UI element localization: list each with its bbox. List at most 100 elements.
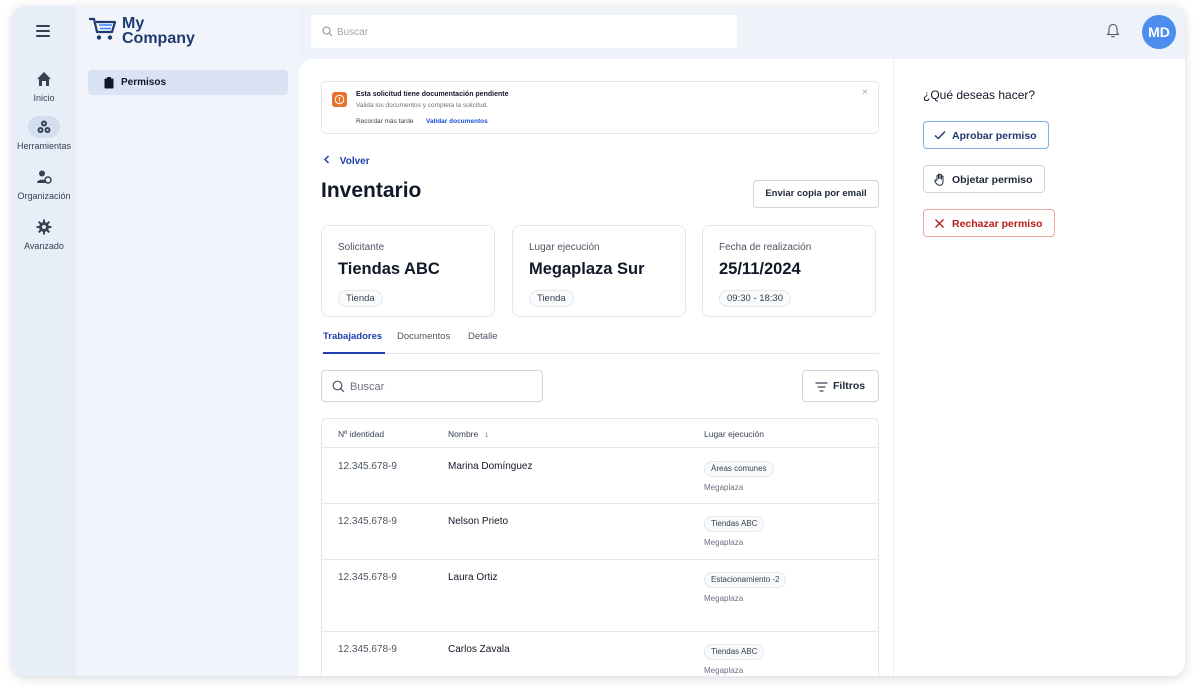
tab-bar: Trabajadores Documentos Detalle bbox=[321, 331, 879, 354]
table-row[interactable]: 12.345.678-9 Carlos Zavala Tiendas ABC M… bbox=[322, 632, 878, 676]
logo-text: My Company bbox=[122, 15, 195, 47]
object-label: Objetar permiso bbox=[952, 174, 1033, 186]
check-icon bbox=[934, 131, 946, 140]
filters-label: Filtros bbox=[833, 380, 866, 392]
clipboard-icon bbox=[104, 77, 114, 89]
tab-documentos[interactable]: Documentos bbox=[397, 331, 450, 354]
logo[interactable]: My Company bbox=[88, 16, 218, 50]
table-row[interactable]: 12.345.678-9 Marina Domínguez Áreas comu… bbox=[322, 449, 878, 504]
cell-name: Nelson Prieto bbox=[448, 516, 509, 527]
bell-icon[interactable] bbox=[1106, 23, 1120, 43]
card-chip: 09:30 - 18:30 bbox=[719, 290, 791, 307]
column-header-label: Nombre bbox=[448, 429, 479, 439]
gear-icon bbox=[28, 216, 60, 238]
cell-place-chip: Tiendas ABC bbox=[704, 644, 765, 660]
users-icon bbox=[28, 166, 60, 188]
workers-table: Nº identidad Nombre ↓ Lugar ejecución 12… bbox=[321, 418, 879, 676]
cart-logo-icon bbox=[89, 17, 117, 40]
tools-icon bbox=[28, 116, 60, 138]
home-icon bbox=[28, 68, 60, 90]
avatar[interactable]: MD bbox=[1142, 15, 1176, 49]
table-row[interactable]: 12.345.678-9 Laura Ortiz Estacionamiento… bbox=[322, 560, 878, 632]
hamburger-menu-icon[interactable] bbox=[36, 25, 52, 39]
object-permit-button[interactable]: Objetar permiso bbox=[923, 165, 1045, 193]
alert-message: Valida los documentos y completa la soli… bbox=[356, 102, 489, 109]
table-row[interactable]: 12.345.678-9 Nelson Prieto Tiendas ABC M… bbox=[322, 504, 878, 560]
global-search-input[interactable] bbox=[337, 24, 717, 40]
column-header-nombre[interactable]: Nombre ↓ bbox=[448, 429, 489, 439]
tab-detalle[interactable]: Detalle bbox=[468, 331, 498, 354]
cell-place-chip: Estacionamiento -2 bbox=[704, 572, 787, 588]
approve-label: Aprobar permiso bbox=[952, 130, 1037, 142]
cell-id: 12.345.678-9 bbox=[338, 644, 397, 655]
sidebar-item-label: Permisos bbox=[121, 77, 167, 88]
panel-divider bbox=[893, 59, 894, 676]
cell-name: Laura Ortiz bbox=[448, 572, 498, 583]
card-label: Lugar ejecución bbox=[529, 242, 600, 253]
back-label: Volver bbox=[339, 156, 370, 167]
cell-place-sub: Megaplaza bbox=[704, 483, 744, 492]
cell-place-chip: Tiendas ABC bbox=[704, 516, 765, 532]
cell-name: Marina Domínguez bbox=[448, 461, 533, 472]
cell-place-sub: Megaplaza bbox=[704, 538, 744, 547]
close-icon[interactable]: × bbox=[862, 87, 868, 98]
back-link[interactable]: Volver bbox=[323, 155, 370, 167]
actions-title: ¿Qué deseas hacer? bbox=[923, 88, 1036, 102]
card-chip: Tienda bbox=[529, 290, 574, 307]
filter-icon bbox=[815, 382, 828, 392]
column-header-id[interactable]: Nº identidad bbox=[338, 429, 384, 439]
workers-search[interactable] bbox=[321, 370, 543, 402]
card-label: Fecha de realización bbox=[719, 242, 812, 253]
info-card-fecha: Fecha de realización 25/11/2024 09:30 - … bbox=[702, 225, 876, 317]
page-title: Inventario bbox=[321, 179, 422, 202]
close-icon bbox=[935, 219, 944, 228]
tab-trabajadores[interactable]: Trabajadores bbox=[323, 331, 385, 354]
send-email-copy-button[interactable]: Enviar copia por email bbox=[753, 180, 879, 208]
hand-icon bbox=[934, 173, 944, 186]
card-label: Solicitante bbox=[338, 242, 385, 253]
rail-item-organizacion[interactable]: Organización bbox=[12, 166, 76, 201]
sort-arrow-icon: ↓ bbox=[484, 429, 489, 439]
table-header: Nº identidad Nombre ↓ Lugar ejecución bbox=[322, 419, 878, 448]
rail-item-herramientas[interactable]: Herramientas bbox=[12, 116, 76, 151]
filters-button[interactable]: Filtros bbox=[802, 370, 879, 402]
approve-permit-button[interactable]: Aprobar permiso bbox=[923, 121, 1049, 149]
rail-item-inicio[interactable]: Inicio bbox=[12, 68, 76, 103]
cell-id: 12.345.678-9 bbox=[338, 516, 397, 527]
info-card-solicitante: Solicitante Tiendas ABC Tienda bbox=[321, 225, 495, 317]
main-panel: Esta solicitud tiene documentación pendi… bbox=[299, 59, 1185, 676]
search-icon bbox=[322, 26, 333, 37]
rail-label: Herramientas bbox=[16, 141, 72, 151]
search-icon bbox=[332, 380, 345, 393]
global-search[interactable] bbox=[311, 15, 737, 48]
reject-label: Rechazar permiso bbox=[952, 218, 1043, 230]
cell-name: Carlos Zavala bbox=[448, 644, 510, 655]
pending-docs-alert: Esta solicitud tiene documentación pendi… bbox=[321, 81, 879, 134]
workers-search-input[interactable] bbox=[350, 379, 535, 394]
chevron-left-icon bbox=[323, 155, 330, 164]
validate-documents-link[interactable]: Validar documentos bbox=[426, 118, 488, 125]
warning-icon bbox=[332, 92, 347, 107]
cell-id: 12.345.678-9 bbox=[338, 461, 397, 472]
cell-place-sub: Megaplaza bbox=[704, 666, 744, 675]
icon-rail: Inicio Herramientas Organización Avanzad… bbox=[12, 6, 76, 676]
rail-label: Organización bbox=[17, 191, 71, 201]
sidebar: My Company Permisos bbox=[76, 6, 299, 676]
alert-title: Esta solicitud tiene documentación pendi… bbox=[356, 91, 509, 98]
rail-item-avanzado[interactable]: Avanzado bbox=[12, 216, 76, 251]
rail-label: Inicio bbox=[33, 93, 55, 103]
cell-place-chip: Áreas comunes bbox=[704, 461, 774, 477]
remind-later-link[interactable]: Recordar más tarde bbox=[356, 118, 413, 125]
logo-line-1: My bbox=[122, 15, 145, 32]
reject-permit-button[interactable]: Rechazar permiso bbox=[923, 209, 1055, 237]
info-card-lugar: Lugar ejecución Megaplaza Sur Tienda bbox=[512, 225, 686, 317]
sidebar-item-permisos[interactable]: Permisos bbox=[88, 70, 288, 95]
column-header-lugar[interactable]: Lugar ejecución bbox=[704, 429, 764, 439]
card-value: 25/11/2024 bbox=[719, 260, 801, 278]
card-chip: Tienda bbox=[338, 290, 383, 307]
app-window: Inicio Herramientas Organización Avanzad… bbox=[12, 6, 1185, 676]
logo-line-2: Company bbox=[122, 30, 195, 47]
card-value: Megaplaza Sur bbox=[529, 260, 645, 278]
card-value: Tiendas ABC bbox=[338, 260, 440, 278]
cell-place-sub: Megaplaza bbox=[704, 594, 744, 603]
